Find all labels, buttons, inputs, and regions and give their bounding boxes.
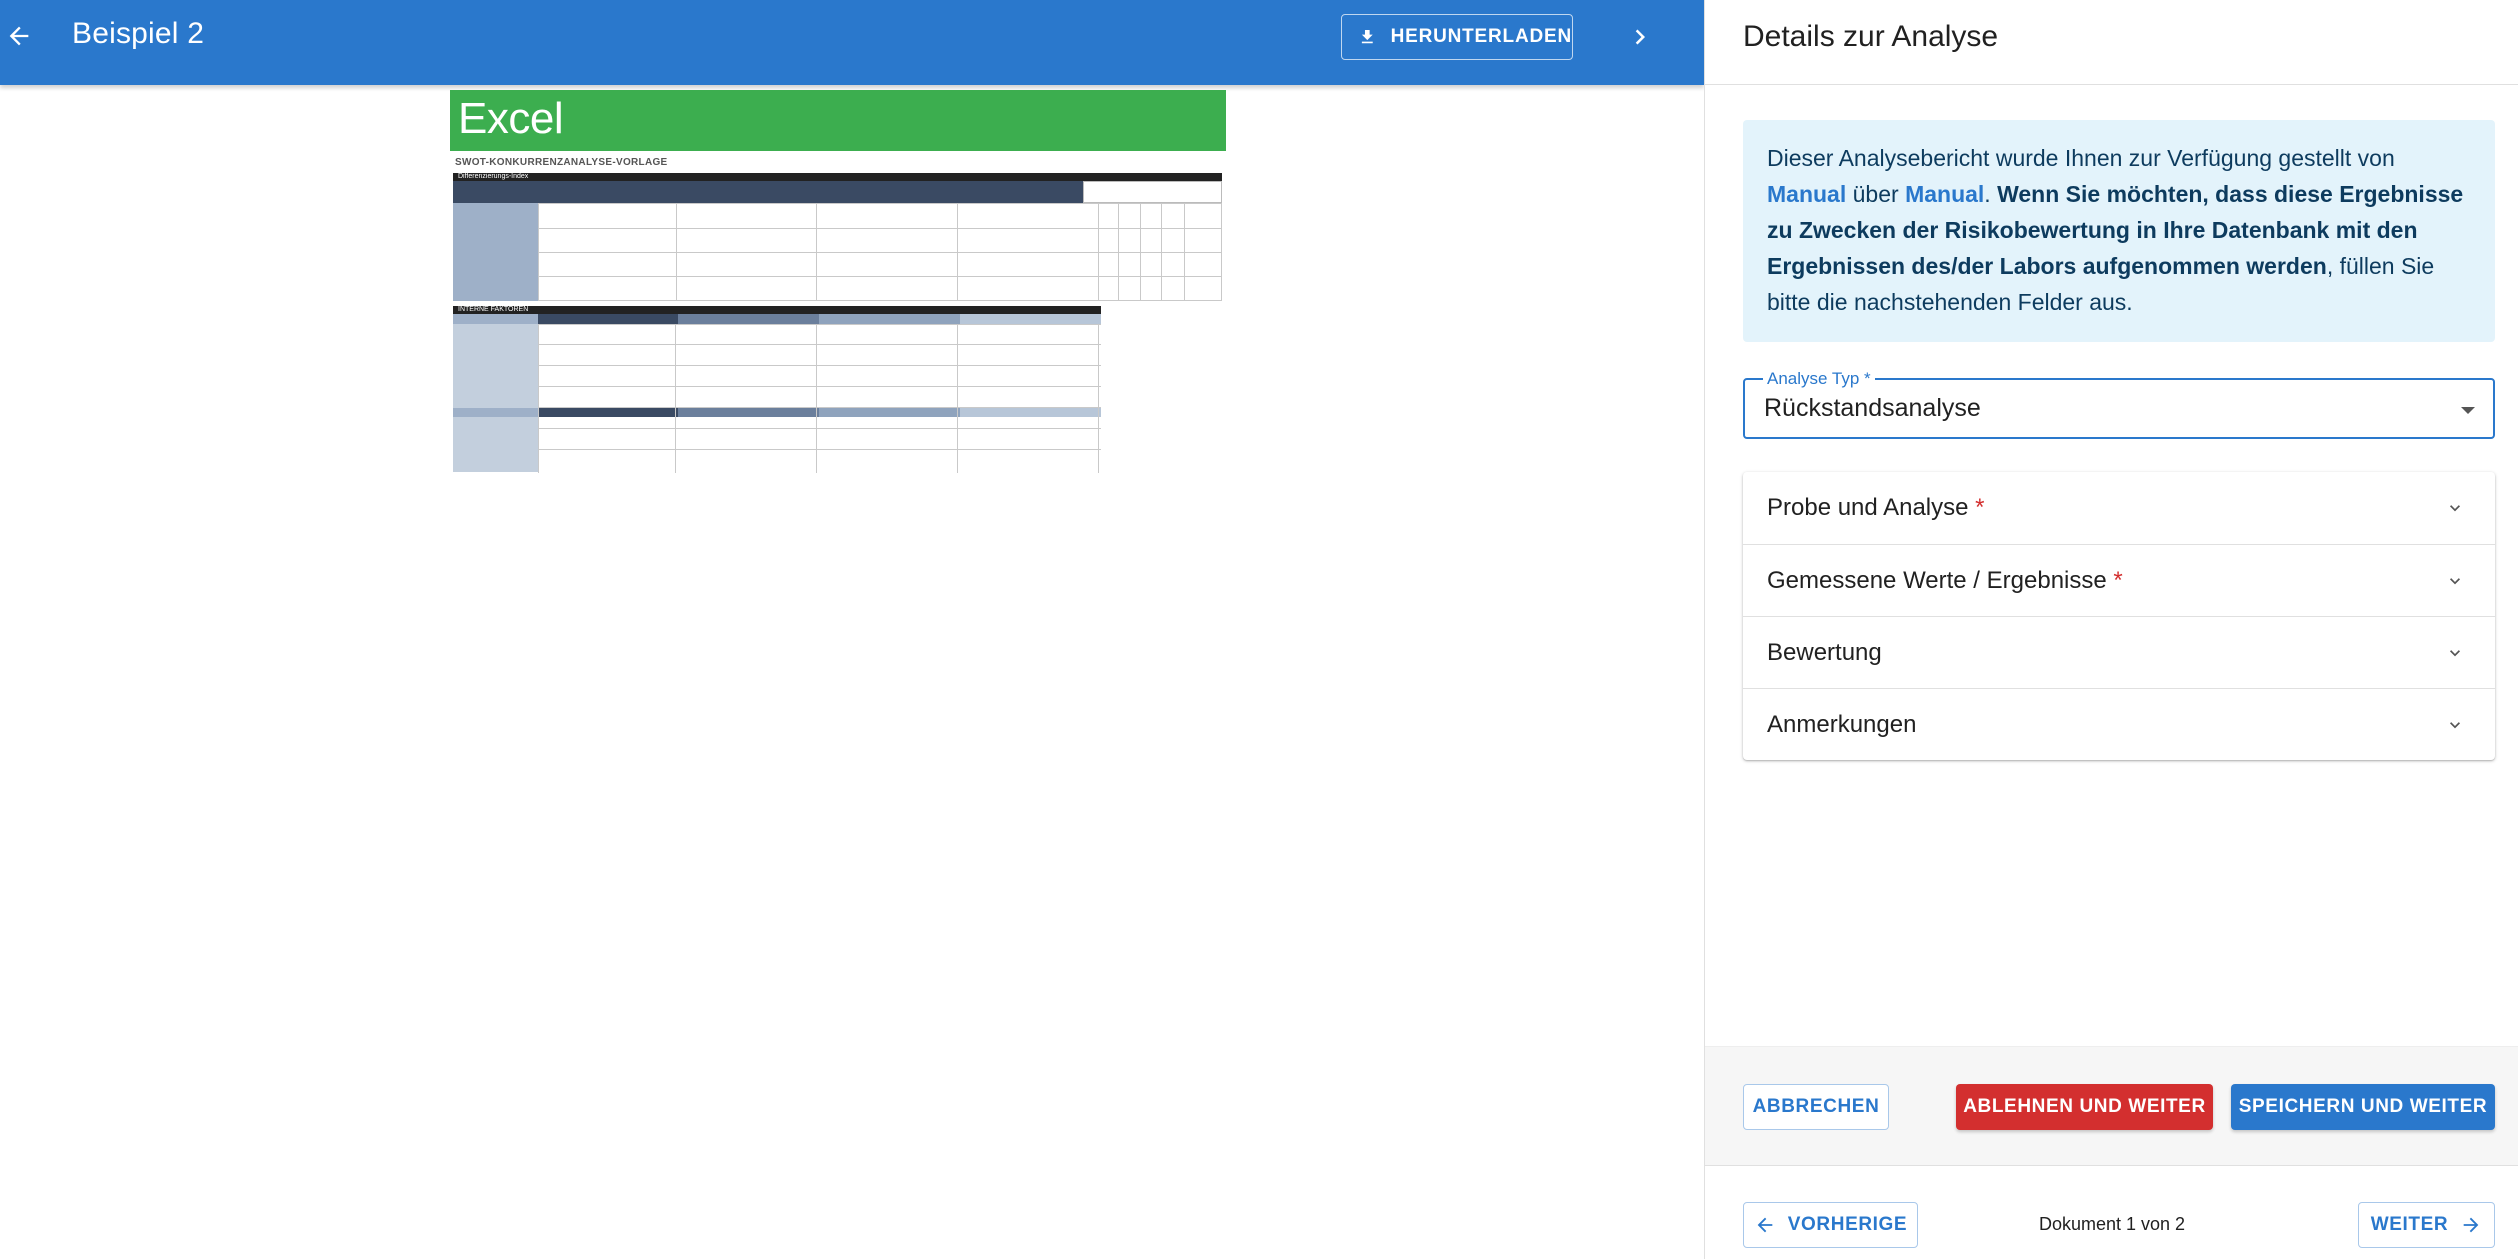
grid-line: [538, 324, 1101, 325]
section-label: Probe und Analyse *: [1767, 494, 1985, 521]
table2-band-cell: [453, 408, 538, 417]
document-pager: VORHERIGE Dokument 1 von 2 WEITER: [1705, 1166, 2518, 1259]
details-panel: Details zur Analyse Dieser Analyseberich…: [1704, 0, 2518, 1259]
back-button[interactable]: [0, 14, 38, 58]
excel-logo-text: Excel: [458, 94, 564, 143]
grid-line: [538, 428, 1101, 429]
table1-column-header: [453, 181, 1083, 203]
info-text-mid: über: [1846, 181, 1906, 207]
table2-subhead-cell: [453, 314, 538, 324]
grid-line: [538, 344, 1101, 345]
table2-section-band: [453, 408, 1101, 417]
grid-line: [538, 324, 539, 473]
grid-line: [538, 228, 1222, 229]
chevron-down-icon: [2450, 650, 2460, 657]
table2-column-header: [453, 314, 1101, 324]
table2-subhead-cell: [819, 314, 960, 324]
source-link[interactable]: Manual: [1905, 181, 1984, 207]
chevron-down-icon: [2450, 578, 2460, 585]
download-button[interactable]: HERUNTERLADEN: [1341, 14, 1573, 60]
next-page-button[interactable]: [1620, 16, 1660, 58]
table1-row-labels: [453, 203, 538, 301]
table2-band-cell: [960, 408, 1101, 417]
required-marker: *: [2106, 567, 2123, 594]
table2-header-text: INTERNE FAKTOREN: [458, 306, 529, 313]
table2-subhead-cell: [538, 314, 678, 324]
section-label: Gemessene Werte / Ergebnisse *: [1767, 567, 2123, 594]
panel-divider: [1705, 84, 2518, 85]
download-icon: [1361, 30, 1373, 44]
grid-line: [538, 365, 1101, 366]
download-label: HERUNTERLADEN: [1390, 26, 1572, 47]
section-label: Bewertung: [1767, 639, 1882, 666]
chevron-down-icon: [2450, 722, 2460, 729]
grid-line: [1098, 324, 1099, 473]
table2-row-labels: [453, 324, 538, 472]
provider-link[interactable]: Manual: [1767, 181, 1846, 207]
grid-line: [538, 252, 1222, 253]
table2-band-cell: [538, 408, 678, 417]
section-anmerkungen[interactable]: Anmerkungen: [1743, 688, 2495, 760]
grid-line: [538, 300, 1222, 301]
form-sections: Probe und Analyse * Gemessene Werte / Er…: [1743, 472, 2495, 760]
table1-column-header-right: [1083, 181, 1222, 203]
grid-line: [538, 449, 1101, 450]
info-text-dot: .: [1984, 181, 1998, 207]
table2-band-cell: [678, 408, 819, 417]
grid-line: [675, 324, 676, 473]
table2-subhead-cell: [678, 314, 819, 324]
grid-line: [957, 324, 958, 473]
table1-header-text: Differenzierungs-Index: [458, 173, 529, 180]
section-gemessene-werte[interactable]: Gemessene Werte / Ergebnisse *: [1743, 544, 2495, 616]
required-marker: *: [1968, 494, 1985, 521]
info-text-prefix: Dieser Analysebericht wurde Ihnen zur Ve…: [1767, 145, 2395, 171]
save-and-next-button[interactable]: SPEICHERN UND WEITER: [2231, 1084, 2495, 1130]
app-root: Beispiel 2 HERUNTERLADEN Excel SWOT-KONK…: [0, 0, 2518, 1259]
section-probe-und-analyse[interactable]: Probe und Analyse *: [1743, 472, 2495, 544]
chevron-down-icon: [2450, 505, 2460, 512]
reject-and-next-button[interactable]: ABLEHNEN UND WEITER: [1956, 1084, 2213, 1130]
table2-header-bar: [453, 306, 1101, 314]
analysis-type-select[interactable]: Analyse Typ * Rückstandsanalyse: [1743, 369, 2495, 439]
grid-line: [816, 324, 817, 473]
excel-banner: Excel: [450, 90, 1226, 151]
table2-band-cell: [819, 408, 960, 417]
panel-title: Details zur Analyse: [1743, 20, 1999, 53]
next-label: WEITER: [2370, 1214, 2449, 1235]
grid-line: [538, 203, 1222, 204]
cancel-button[interactable]: ABBRECHEN: [1743, 1084, 1889, 1130]
caret-down-icon: [2461, 407, 2475, 414]
analysis-type-label: Analyse Typ *: [1763, 369, 1875, 389]
section-bewertung[interactable]: Bewertung: [1743, 616, 2495, 688]
table2-subhead-cell: [960, 314, 1101, 324]
form-actions: ABBRECHEN ABLEHNEN UND WEITER SPEICHERN …: [1705, 1046, 2518, 1166]
info-alert: Dieser Analysebericht wurde Ihnen zur Ve…: [1743, 120, 2495, 342]
document-preview: Excel SWOT-KONKURRENZANALYSE-VORLAGE Dif…: [450, 90, 1226, 473]
arrow-left-icon: [9, 26, 29, 46]
viewer-toolbar: Beispiel 2 HERUNTERLADEN: [0, 0, 1704, 85]
grid-line: [538, 407, 1101, 408]
sheet-title: SWOT-KONKURRENZANALYSE-VORLAGE: [455, 157, 668, 168]
next-document-button[interactable]: WEITER: [2358, 1202, 2495, 1248]
document-viewer: Beispiel 2 HERUNTERLADEN Excel SWOT-KONK…: [0, 0, 1704, 1259]
grid-line: [538, 386, 1101, 387]
section-label: Anmerkungen: [1767, 711, 1917, 738]
analysis-type-value: Rückstandsanalyse: [1764, 394, 1981, 422]
grid-line: [538, 276, 1222, 277]
document-title: Beispiel 2: [72, 17, 205, 50]
table1-header-bar: [453, 173, 1222, 181]
arrow-right-icon: [2463, 1217, 2479, 1233]
chevron-right-icon: [1635, 29, 1645, 45]
